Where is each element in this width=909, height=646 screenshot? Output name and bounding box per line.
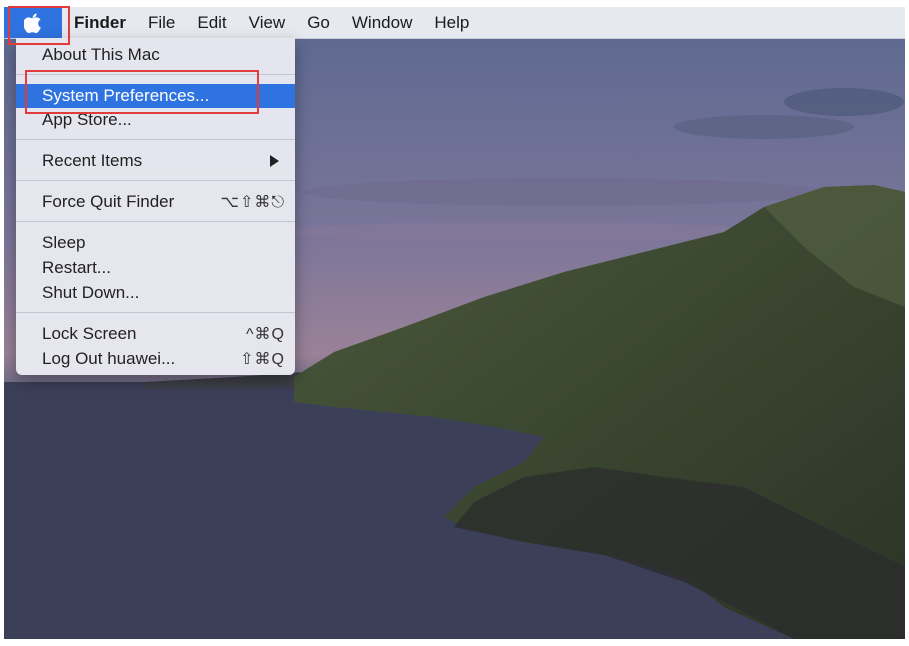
menu-shortcut: ⇧⌘Q — [240, 351, 285, 368]
menu-edit[interactable]: Edit — [186, 7, 237, 38]
submenu-arrow-icon — [270, 155, 279, 167]
apple-menu-button[interactable] — [4, 7, 62, 38]
menu-item-label: Sleep — [42, 233, 86, 252]
menu-item-log-out[interactable]: Log Out huawei... ⇧⌘Q — [16, 347, 295, 371]
menu-item-label: System Preferences... — [42, 86, 210, 105]
menu-separator — [16, 180, 295, 181]
menu-item-label: Shut Down... — [42, 283, 140, 302]
menu-item-restart[interactable]: Restart... — [16, 256, 295, 280]
menu-go[interactable]: Go — [296, 7, 341, 38]
menu-window[interactable]: Window — [341, 7, 423, 38]
menu-bar: Finder File Edit View Go Window Help — [4, 7, 905, 39]
menu-item-force-quit[interactable]: Force Quit Finder ⌥⇧⌘⎋ — [16, 190, 295, 214]
menu-item-label: Log Out huawei... — [42, 349, 176, 368]
menu-view[interactable]: View — [238, 7, 297, 38]
menu-separator — [16, 74, 295, 75]
menu-item-lock-screen[interactable]: Lock Screen ^⌘Q — [16, 322, 295, 346]
menu-item-about-this-mac[interactable]: About This Mac — [16, 43, 295, 67]
menu-help[interactable]: Help — [423, 7, 480, 38]
apple-logo-icon — [24, 13, 41, 33]
menu-item-label: Lock Screen — [42, 324, 137, 343]
menu-item-recent-items[interactable]: Recent Items — [16, 149, 295, 173]
menu-separator — [16, 221, 295, 222]
menu-item-label: Restart... — [42, 258, 111, 277]
menu-item-system-preferences[interactable]: System Preferences... — [16, 84, 295, 108]
menu-item-label: About This Mac — [42, 45, 160, 64]
menu-separator — [16, 139, 295, 140]
menu-finder[interactable]: Finder — [62, 7, 137, 38]
menu-file[interactable]: File — [137, 7, 186, 38]
menu-item-sleep[interactable]: Sleep — [16, 231, 295, 255]
menu-item-label: Recent Items — [42, 151, 143, 170]
menu-separator — [16, 312, 295, 313]
menu-item-app-store[interactable]: App Store... — [16, 108, 295, 132]
menu-shortcut: ⌥⇧⌘⎋ — [220, 194, 285, 211]
menu-item-label: Force Quit Finder — [42, 192, 175, 211]
desktop: Finder File Edit View Go Window Help Abo… — [4, 7, 905, 639]
menu-shortcut: ^⌘Q — [246, 326, 285, 343]
menu-item-label: App Store... — [42, 110, 132, 129]
apple-menu-dropdown: About This Mac System Preferences... App… — [16, 38, 295, 375]
menu-item-shut-down[interactable]: Shut Down... — [16, 281, 295, 305]
